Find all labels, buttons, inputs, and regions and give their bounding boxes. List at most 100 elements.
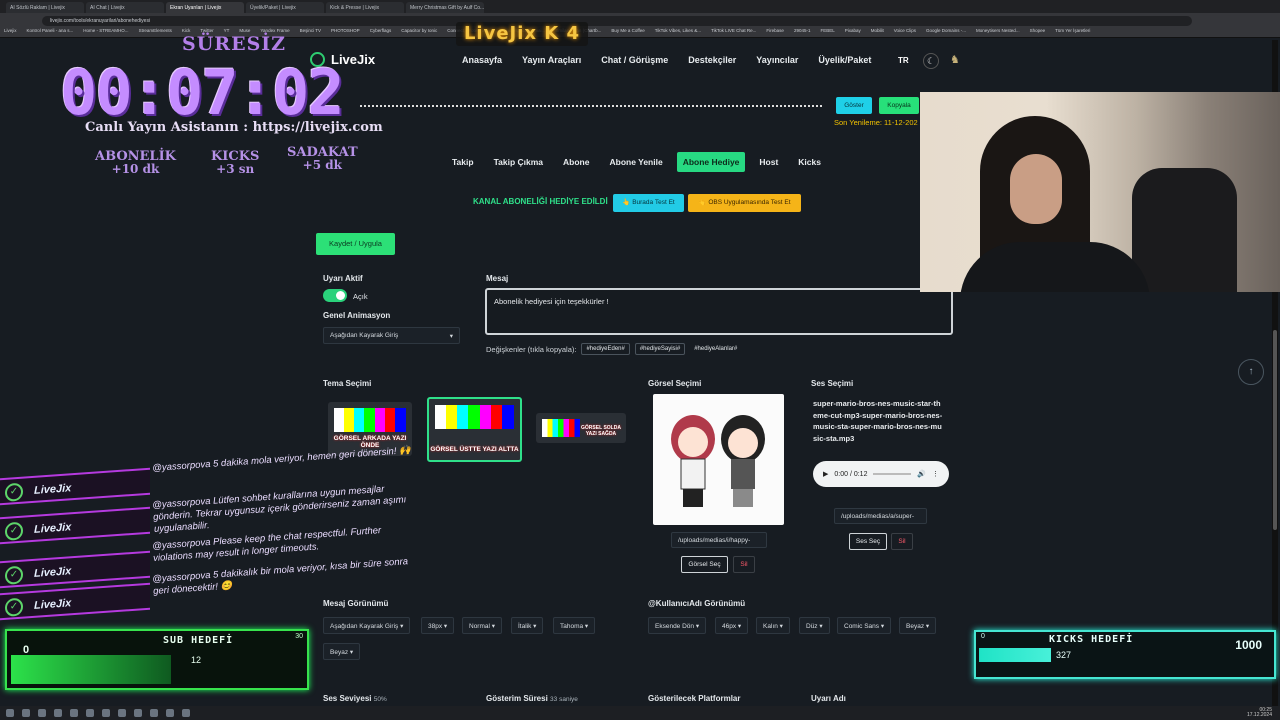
general-animation-select[interactable]: Aşağıdan Kayarak Giriş ▾ bbox=[323, 327, 460, 344]
user-icon[interactable]: ♞ bbox=[950, 53, 960, 66]
more-icon[interactable]: ⋮ bbox=[932, 470, 939, 478]
scrollbar-thumb[interactable] bbox=[1273, 330, 1277, 530]
app-icon[interactable] bbox=[102, 709, 110, 717]
bookmark[interactable]: 29045-1 bbox=[794, 28, 811, 37]
nav-yayincilar[interactable]: Yayıncılar bbox=[756, 55, 798, 65]
user-size-select[interactable]: 46px ▾ bbox=[715, 617, 749, 634]
test-here-button[interactable]: 👆 Burada Test Et bbox=[613, 194, 684, 212]
message-textarea[interactable]: Abonelik hediyesi için teşekkürler ! bbox=[485, 288, 953, 335]
alert-active-toggle[interactable] bbox=[323, 289, 347, 302]
bookmark[interactable]: Pixabay bbox=[845, 28, 861, 37]
bookmark[interactable]: Cyberflags bbox=[370, 28, 392, 37]
audio-player[interactable]: ▶ 0:00 / 0:12 🔊 ⋮ bbox=[813, 461, 949, 487]
browser-tab[interactable]: Merry Christmas Gift by Aulf Co... bbox=[406, 2, 484, 13]
save-apply-button[interactable]: Kaydet / Uygula bbox=[316, 233, 395, 255]
bookmark[interactable]: Beşinci TV bbox=[300, 28, 321, 37]
app-icon[interactable] bbox=[150, 709, 158, 717]
bookmark[interactable]: TikTok LIVE Chat Re... bbox=[711, 28, 756, 37]
msg-style-select[interactable]: İtalik ▾ bbox=[511, 617, 544, 634]
bookmark[interactable]: Google Domains -... bbox=[926, 28, 966, 37]
app-icon[interactable] bbox=[166, 709, 174, 717]
check-icon: ✓ bbox=[5, 597, 23, 617]
tab-abone-hediye[interactable]: Abone Hediye bbox=[676, 152, 746, 172]
image-delete-button[interactable]: Sil bbox=[733, 556, 755, 573]
browser-tab[interactable]: Üyelik/Paket | Livejix bbox=[246, 2, 324, 13]
bookmark[interactable]: Shopee bbox=[1030, 28, 1046, 37]
bookmark[interactable]: Mobilit bbox=[871, 28, 884, 37]
browser-tab[interactable]: AI Sözlü Raklam | Livejix bbox=[6, 2, 84, 13]
audio-progress[interactable] bbox=[873, 473, 912, 475]
explorer-icon[interactable] bbox=[54, 709, 62, 717]
start-icon[interactable] bbox=[6, 709, 14, 717]
copy-button[interactable]: Kopyala bbox=[879, 97, 919, 114]
language-selector[interactable]: TR bbox=[898, 56, 909, 65]
sound-delete-button[interactable]: Sil bbox=[891, 533, 913, 550]
msg-anim-select[interactable]: Aşağıdan Kayarak Giriş ▾ bbox=[323, 617, 411, 634]
volume-icon[interactable]: 🔊 bbox=[917, 470, 926, 478]
nav-yayin-araclari[interactable]: Yayın Araçları bbox=[522, 55, 581, 65]
var-chip[interactable]: #hediyeSayisi# bbox=[634, 343, 686, 355]
tab-host[interactable]: Host bbox=[753, 152, 784, 172]
var-chip[interactable]: #hediyeAlanlar# bbox=[690, 344, 741, 354]
bookmark[interactable]: Capacitor by Ionic bbox=[401, 28, 437, 37]
overlay-url-field[interactable] bbox=[360, 105, 822, 107]
nav-anasayfa[interactable]: Anasayfa bbox=[462, 55, 502, 65]
app-icon[interactable] bbox=[182, 709, 190, 717]
nav-destekciler[interactable]: Destekçiler bbox=[688, 55, 736, 65]
bookmark[interactable]: Livejix bbox=[4, 28, 17, 37]
msg-weight-select[interactable]: Normal ▾ bbox=[462, 617, 503, 634]
image-select-button[interactable]: Görsel Seç bbox=[681, 556, 728, 573]
theme-option-3[interactable]: GÖRSEL SOLDA YAZI SAĞDA bbox=[536, 413, 626, 443]
nav-chat-gorusme[interactable]: Chat / Görüşme bbox=[601, 55, 668, 65]
user-color-select[interactable]: Beyaz ▾ bbox=[899, 617, 937, 634]
bookmark[interactable]: Firebase bbox=[766, 28, 784, 37]
sound-select-button[interactable]: Ses Seç bbox=[849, 533, 887, 550]
system-clock[interactable]: 00:25 17.12.2024 bbox=[1247, 708, 1272, 718]
url-input[interactable]: livejix.com/tools/ekranuyarilari/abonehe… bbox=[42, 15, 1192, 26]
test-obs-button[interactable]: 👆 OBS Uygulamasında Test Et bbox=[688, 194, 801, 212]
app-icon[interactable] bbox=[86, 709, 94, 717]
msg-font-value: Tahoma bbox=[560, 623, 584, 630]
bookmark[interactable]: Home - STREAMHO... bbox=[83, 28, 128, 37]
bookmark[interactable]: Kontrol Paneli - ana s... bbox=[27, 28, 74, 37]
bookmark[interactable]: PHOTOSHOP bbox=[331, 28, 360, 37]
image-path-input[interactable]: /uploads/medias/i/happy- bbox=[671, 532, 767, 548]
msg-color-select[interactable]: Beyaz ▾ bbox=[323, 643, 361, 660]
bookmark[interactable]: FEBEL bbox=[820, 28, 834, 37]
bookmark[interactable]: Voice Clips bbox=[894, 28, 916, 37]
msg-font-select[interactable]: Tahoma ▾ bbox=[553, 617, 596, 634]
browser-tab[interactable]: Kick & Presse | Livejix bbox=[326, 2, 404, 13]
var-chip[interactable]: #hediyeEden# bbox=[581, 343, 630, 355]
browser-icon[interactable] bbox=[70, 709, 78, 717]
browser-tab-active[interactable]: Ekran Uyarıları | Livejix bbox=[166, 2, 244, 13]
app-icon[interactable] bbox=[118, 709, 126, 717]
show-button[interactable]: Göster bbox=[836, 97, 872, 114]
alert-title: KANAL ABONELİĞİ HEDİYE EDİLDİ bbox=[473, 197, 608, 206]
user-anim-select[interactable]: Eksende Dön ▾ bbox=[648, 617, 707, 634]
bookmark[interactable]: Tüm Yer İşaretleri bbox=[1055, 28, 1090, 37]
bookmark[interactable]: Moneytisers Nested... bbox=[976, 28, 1020, 37]
browser-tab[interactable]: AI Chat | Livejix bbox=[86, 2, 164, 13]
message-label: Mesaj bbox=[486, 274, 509, 283]
bookmark[interactable]: Buy Me a Coffee bbox=[611, 28, 644, 37]
user-style-select[interactable]: Düz ▾ bbox=[799, 617, 830, 634]
tab-kicks[interactable]: Kicks bbox=[792, 152, 827, 172]
app-icon[interactable] bbox=[134, 709, 142, 717]
scroll-up-icon[interactable]: ↑ bbox=[1238, 359, 1264, 385]
msg-size-select[interactable]: 38px ▾ bbox=[421, 617, 455, 634]
nav-uyelik-paket[interactable]: Üyelik/Paket bbox=[818, 55, 871, 65]
bookmark[interactable]: StreamElements bbox=[139, 28, 172, 37]
user-weight-select[interactable]: Kalın ▾ bbox=[756, 617, 790, 634]
moon-icon[interactable]: ☾ bbox=[923, 53, 939, 69]
tab-abone-yenile[interactable]: Abone Yenile bbox=[603, 152, 668, 172]
tab-takip[interactable]: Takip bbox=[446, 152, 480, 172]
theme-option-2-selected[interactable]: GÖRSEL ÜSTTE YAZI ALTTA bbox=[427, 397, 522, 462]
user-font-select[interactable]: Comic Sans ▾ bbox=[837, 617, 892, 634]
tab-takip-cikma[interactable]: Takip Çıkma bbox=[488, 152, 549, 172]
search-icon[interactable] bbox=[22, 709, 30, 717]
tab-abone[interactable]: Abone bbox=[557, 152, 595, 172]
play-icon[interactable]: ▶ bbox=[823, 470, 828, 478]
sound-path-input[interactable]: /uploads/medias/a/super- bbox=[834, 508, 927, 524]
bookmark[interactable]: TikTok Vibes, Likes &... bbox=[655, 28, 701, 37]
taskview-icon[interactable] bbox=[38, 709, 46, 717]
